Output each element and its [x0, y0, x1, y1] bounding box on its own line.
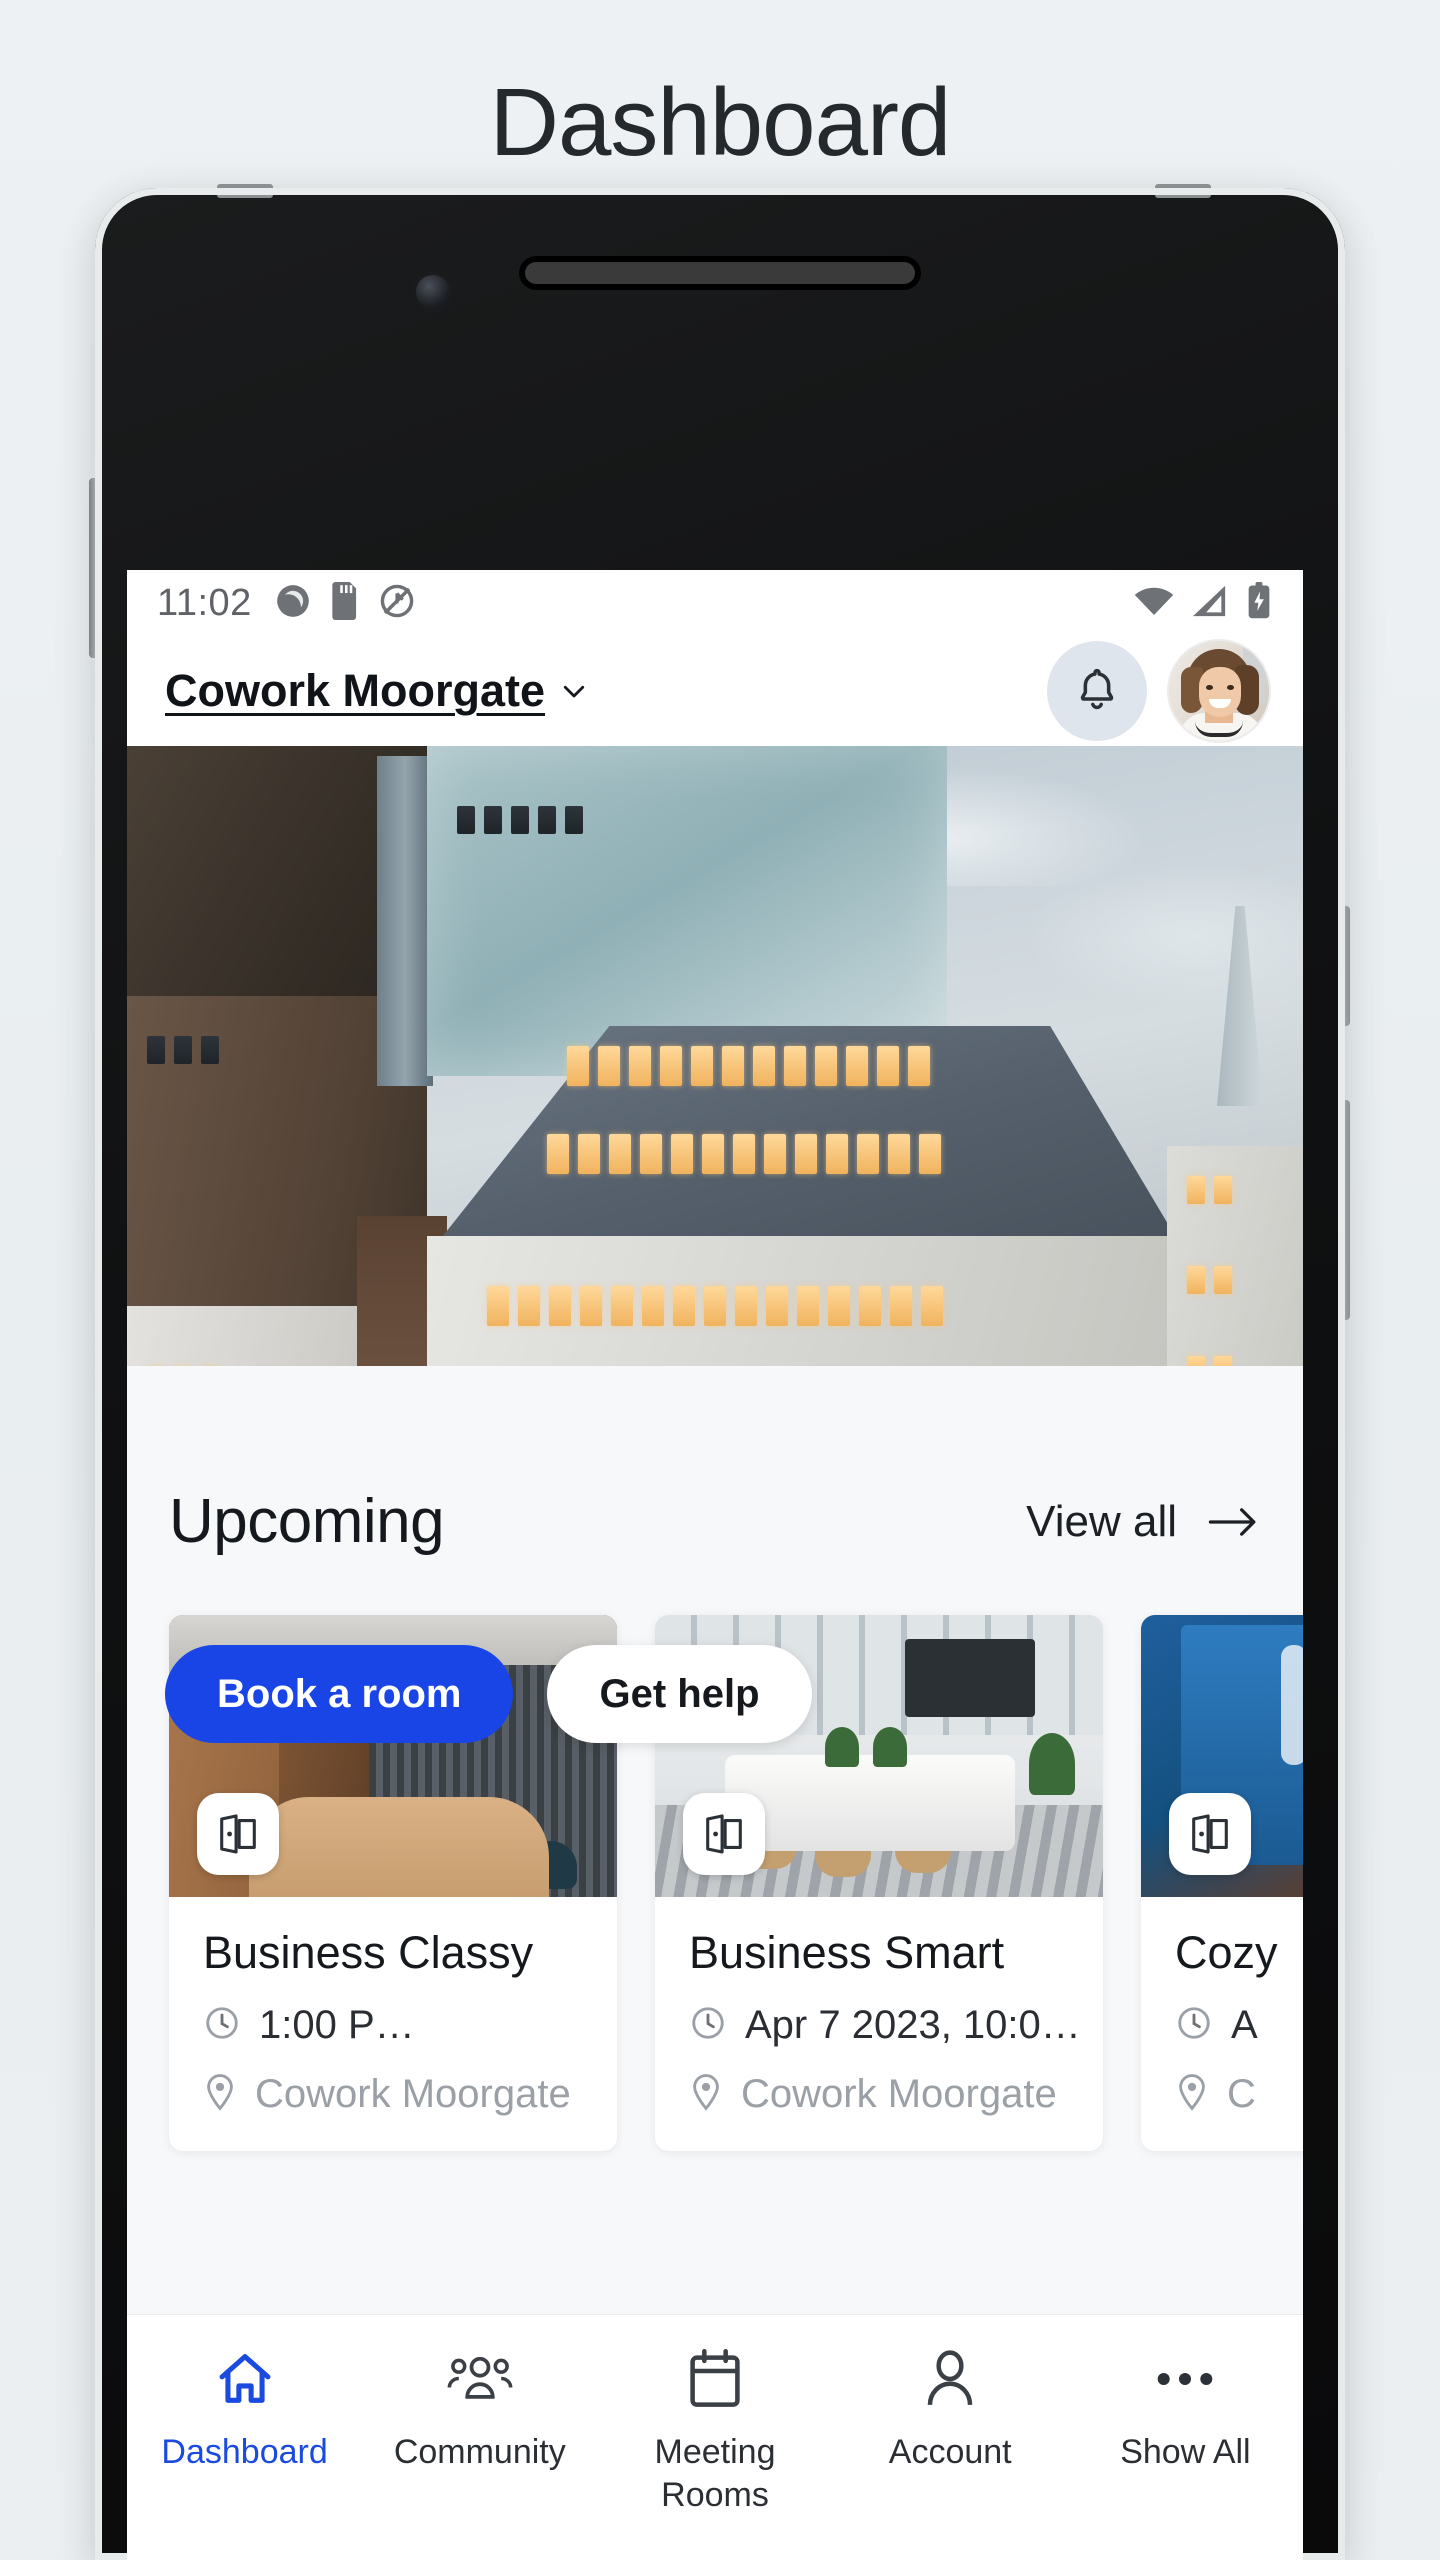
- card-time-text: Apr 7 2023, 10:0…: [745, 2003, 1081, 2047]
- app-badge-icon: [274, 582, 312, 625]
- card-location: Cowork Moorgate: [689, 2072, 1103, 2117]
- arrow-right-icon[interactable]: [1207, 1504, 1259, 1540]
- status-bar: 11:02: [127, 570, 1303, 636]
- location-selector[interactable]: Cowork Moorgate: [165, 665, 589, 717]
- card-body: Business Smart Apr 7 2023, 10:0… Cowork: [655, 1897, 1103, 2151]
- map-pin-icon: [689, 2073, 723, 2116]
- wifi-icon: [1133, 584, 1175, 623]
- nav-label: Community: [393, 2433, 566, 2471]
- people-group-icon: [447, 2343, 513, 2415]
- card-location-text: Cowork Moorgate: [255, 2072, 571, 2116]
- notifications-button[interactable]: [1047, 641, 1147, 741]
- phone-volume-button: [1338, 906, 1350, 1026]
- nav-item-community[interactable]: Community: [362, 2343, 597, 2474]
- card-time: Apr 7 2023, 10:0…: [689, 2003, 1103, 2048]
- phone-power-button: [1338, 1100, 1350, 1320]
- phone-earpiece-speaker: [525, 262, 915, 284]
- phone-top-button-left: [217, 184, 273, 198]
- nav-label: Dashboard: [161, 2433, 328, 2471]
- card-location-text: C: [1227, 2072, 1256, 2116]
- card-location-text: Cowork Moorgate: [741, 2072, 1057, 2116]
- location-name[interactable]: Cowork Moorgate: [165, 665, 545, 717]
- sd-card-icon: [328, 581, 362, 625]
- section-title: Upcoming: [169, 1487, 445, 1556]
- status-bar-clock: 11:02: [157, 581, 252, 624]
- phone-front-camera: [413, 272, 453, 312]
- battery-charging-icon: [1245, 581, 1273, 625]
- get-help-button[interactable]: Get help: [547, 1645, 812, 1743]
- nav-item-account[interactable]: Account: [833, 2343, 1068, 2474]
- clock-icon: [203, 2004, 241, 2047]
- clock-icon: [1175, 2004, 1213, 2047]
- map-pin-icon: [203, 2073, 237, 2116]
- view-all-link[interactable]: View all: [1026, 1497, 1177, 1547]
- nav-item-dashboard[interactable]: Dashboard: [127, 2343, 362, 2474]
- card-title: Business Classy: [203, 1927, 534, 1978]
- nav-label: Account: [888, 2433, 1012, 2471]
- data-saver-off-icon: [378, 582, 416, 625]
- phone-side-button-left: [89, 478, 97, 658]
- card-time-text: A: [1231, 2003, 1258, 2047]
- card-location: Cowork Moorgate: [203, 2072, 617, 2117]
- card-time-text: 1:00 P…: [259, 2003, 415, 2047]
- status-bar-notification-icons: [274, 581, 416, 625]
- phone-screen: 11:02 Cowork Moorgate Book a room Get he…: [127, 570, 1303, 2560]
- calendar-icon: [685, 2343, 745, 2415]
- phone-mockup: 11:02 Cowork Moorgate Book a room Get he…: [89, 184, 1350, 2560]
- hero-action-buttons: Book a room Get help: [127, 1645, 1303, 1743]
- person-icon: [921, 2343, 979, 2415]
- upcoming-header: Upcoming View all: [127, 1486, 1303, 1557]
- book-a-room-button[interactable]: Book a room: [165, 1645, 514, 1743]
- open-door-icon: [1169, 1793, 1251, 1875]
- chevron-down-icon[interactable]: [559, 676, 589, 706]
- hero-image: [127, 746, 1303, 1366]
- app-header: Cowork Moorgate: [127, 636, 1303, 746]
- card-title: Business Smart: [689, 1927, 1005, 1978]
- nav-item-show-all[interactable]: Show All: [1068, 2343, 1303, 2474]
- nav-item-meeting-rooms[interactable]: Meeting Rooms: [597, 2343, 832, 2516]
- map-pin-icon: [1175, 2073, 1209, 2116]
- nav-label: Meeting Rooms: [654, 2433, 776, 2514]
- status-bar-system-icons: [1133, 581, 1273, 625]
- card-body: Business Classy 1:00 P… Cowork Moorgate: [169, 1897, 617, 2151]
- card-body: Cozy A C: [1141, 1897, 1303, 2151]
- page-title: Dashboard: [489, 69, 952, 176]
- nav-label: Show All: [1120, 2433, 1251, 2471]
- bottom-navigation-bar: Dashboard Community Meeting Rooms Accoun…: [127, 2314, 1303, 2560]
- card-time: A: [1175, 2003, 1303, 2048]
- open-door-icon: [197, 1793, 279, 1875]
- bell-icon: [1072, 664, 1122, 719]
- phone-top-button-right: [1155, 184, 1211, 198]
- avatar[interactable]: [1169, 641, 1269, 741]
- clock-icon: [689, 2004, 727, 2047]
- open-door-icon: [683, 1793, 765, 1875]
- cellular-signal-icon: [1191, 584, 1229, 623]
- ellipsis-icon: [1154, 2343, 1216, 2415]
- home-icon: [213, 2343, 277, 2415]
- card-time: 1:00 P…: [203, 2003, 617, 2048]
- card-title: Cozy: [1175, 1927, 1278, 1978]
- card-location: C: [1175, 2072, 1303, 2117]
